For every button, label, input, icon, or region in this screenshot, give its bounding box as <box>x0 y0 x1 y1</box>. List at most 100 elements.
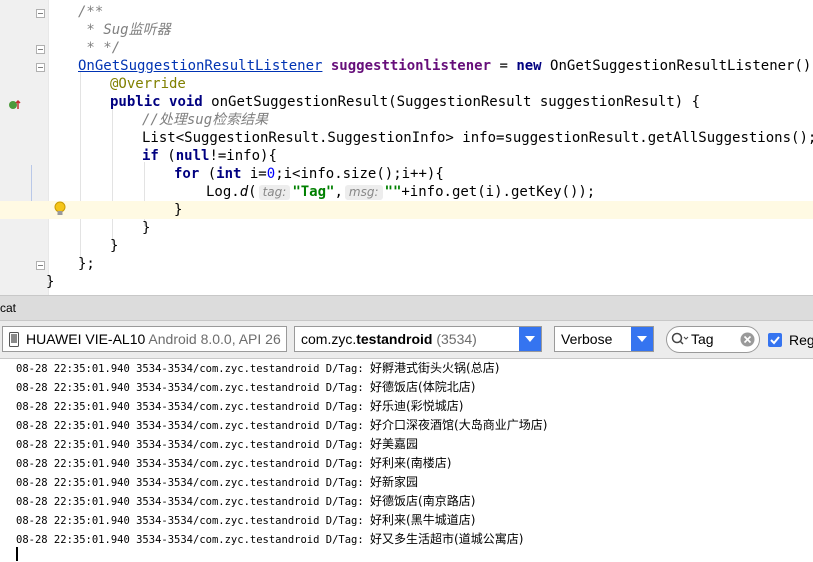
string-literal: "" <box>384 184 402 200</box>
log-meta: 08-28 22:35:01.940 3534-3534/com.zyc.tes… <box>16 439 371 451</box>
device-name: HUAWEI VIE-AL10 <box>26 331 146 347</box>
keyword: public <box>110 94 161 110</box>
code-line: @Override <box>0 75 813 93</box>
keyword: if <box>142 148 159 164</box>
code-text: !=info){ <box>209 148 277 164</box>
code-text: } <box>142 220 151 236</box>
dropdown-arrow-icon[interactable] <box>519 327 541 351</box>
code-editor[interactable]: /** * Sug监听器 * */ OnGetSuggestionResultL… <box>0 0 813 295</box>
checkbox-checked-icon <box>770 336 780 345</box>
keyword: void <box>169 94 203 110</box>
keyword: for <box>174 166 200 182</box>
code-text: ( <box>199 166 217 182</box>
regex-checkbox[interactable] <box>768 333 782 347</box>
code-line: * Sug监听器 <box>0 21 813 39</box>
text-caret <box>16 547 18 561</box>
search-icon <box>671 332 689 349</box>
log-line: 08-28 22:35:01.940 3534-3534/com.zyc.tes… <box>16 530 523 549</box>
lightbulb-icon[interactable] <box>53 201 67 217</box>
logcat-toolbar: HUAWEI VIE-AL10 Android 8.0.0, API 26 co… <box>0 321 813 359</box>
code-text: List<SuggestionResult.SuggestionInfo> in… <box>142 130 813 146</box>
log-message: 好德饭店(体院北店) <box>370 380 476 394</box>
code-text: ( <box>158 148 176 164</box>
log-line: 08-28 22:35:01.940 3534-3534/com.zyc.tes… <box>16 473 418 492</box>
code-line: } <box>0 273 813 291</box>
comment-text: * */ <box>78 40 121 56</box>
code-text: OnGetSuggestionResultListener() { <box>541 58 813 74</box>
log-message: 好利来(南楼店) <box>370 456 452 470</box>
code-line: } <box>0 219 813 237</box>
regex-label: Regex <box>789 332 813 348</box>
log-meta: 08-28 22:35:01.940 3534-3534/com.zyc.tes… <box>16 534 371 546</box>
log-meta: 08-28 22:35:01.940 3534-3534/com.zyc.tes… <box>16 515 371 527</box>
log-meta: 08-28 22:35:01.940 3534-3534/com.zyc.tes… <box>16 382 371 394</box>
keyword: new <box>516 58 542 74</box>
log-message: 好乐迪(彩悦城店) <box>370 399 464 413</box>
annotation-text: @Override <box>110 76 186 92</box>
code-text: Log. <box>206 184 240 200</box>
log-level-selector[interactable]: Verbose <box>554 326 654 352</box>
change-marker <box>31 165 32 201</box>
code-text: , <box>334 184 343 200</box>
code-text: }; <box>78 256 95 272</box>
device-detail: Android 8.0.0, API 26 <box>148 331 281 347</box>
log-message: 好新家园 <box>370 475 419 489</box>
code-text: } <box>174 202 183 218</box>
log-line: 08-28 22:35:01.940 3534-3534/com.zyc.tes… <box>16 492 475 511</box>
comment-text: //处理sug检索结果 <box>142 112 269 128</box>
code-text: ( <box>248 184 257 200</box>
operator-text: = <box>491 58 517 74</box>
code-line: } <box>0 237 813 255</box>
search-input[interactable]: Tag <box>691 331 714 347</box>
log-message: 好美嘉园 <box>370 437 419 451</box>
log-meta: 08-28 22:35:01.940 3534-3534/com.zyc.tes… <box>16 477 371 489</box>
log-message: 好德饭店(南京路店) <box>370 494 476 508</box>
code-text: } <box>46 274 55 290</box>
log-line: 08-28 22:35:01.940 3534-3534/com.zyc.tes… <box>16 435 418 454</box>
search-field[interactable]: Tag <box>666 326 760 353</box>
code-text: +info.get(i).getKey()); <box>401 184 596 200</box>
code-line: /** <box>0 3 813 21</box>
code-line: Log.d(tag: "Tag", msg: ""+info.get(i).getKe… <box>0 183 813 201</box>
code-line: if (null!=info){ <box>0 147 813 165</box>
keyword: null <box>175 148 210 164</box>
device-selector[interactable]: HUAWEI VIE-AL10 Android 8.0.0, API 26 <box>2 326 287 352</box>
process-selector[interactable]: com.zyc.testandroid (3534) <box>294 326 542 352</box>
log-line: 08-28 22:35:01.940 3534-3534/com.zyc.tes… <box>16 454 451 473</box>
process-prefix: com.zyc. <box>301 331 357 347</box>
method-name: d <box>239 184 249 200</box>
logcat-title-bar: cat <box>0 295 813 321</box>
log-message: 好介口深夜酒馆(大岛商业广场店) <box>370 418 548 432</box>
clear-icon[interactable] <box>740 332 755 350</box>
log-meta: 08-28 22:35:01.940 3534-3534/com.zyc.tes… <box>16 401 371 413</box>
comment-text: * Sug监听器 <box>78 22 171 38</box>
phone-icon <box>9 332 19 350</box>
field-name: suggesttionlistener <box>330 58 492 74</box>
type-link[interactable]: OnGetSuggestionResultListener <box>78 58 322 74</box>
code-text: } <box>110 238 119 254</box>
code-text: i= <box>241 166 267 182</box>
log-message: 好又多生活超市(道城公寓店) <box>370 532 524 546</box>
log-line: 08-28 22:35:01.940 3534-3534/com.zyc.tes… <box>16 378 475 397</box>
log-meta: 08-28 22:35:01.940 3534-3534/com.zyc.tes… <box>16 420 371 432</box>
code-line: OnGetSuggestionResultListener = suggestt… <box>0 57 813 75</box>
log-meta: 08-28 22:35:01.940 3534-3534/com.zyc.tes… <box>16 496 371 508</box>
log-line: 08-28 22:35:01.940 3534-3534/com.zyc.tes… <box>16 416 547 435</box>
code-line: for (int i=0;i<info.size();i++){ <box>0 165 813 183</box>
log-message: 好利来(黑牛城道店) <box>370 513 476 527</box>
code-text: onGetSuggestionResult(SuggestionResult s… <box>202 94 701 110</box>
code-line: List<SuggestionResult.SuggestionInfo> in… <box>0 129 813 147</box>
dropdown-arrow-icon[interactable] <box>631 327 653 351</box>
log-meta: 08-28 22:35:01.940 3534-3534/com.zyc.tes… <box>16 363 371 375</box>
log-message: 好孵港式街头火锅(总店) <box>370 361 500 375</box>
logcat-title: cat <box>0 301 17 315</box>
current-code-line: } <box>0 201 813 219</box>
code-line: //处理sug检索结果 <box>0 111 813 129</box>
string-literal: "Tag" <box>292 184 335 200</box>
log-level-value: Verbose <box>561 331 613 347</box>
log-meta: 08-28 22:35:01.940 3534-3534/com.zyc.tes… <box>16 458 371 470</box>
log-line: 08-28 22:35:01.940 3534-3534/com.zyc.tes… <box>16 359 499 378</box>
log-line: 08-28 22:35:01.940 3534-3534/com.zyc.tes… <box>16 397 463 416</box>
parameter-hint: tag: <box>258 185 291 200</box>
code-text: ;i<info.size();i++){ <box>275 166 444 182</box>
